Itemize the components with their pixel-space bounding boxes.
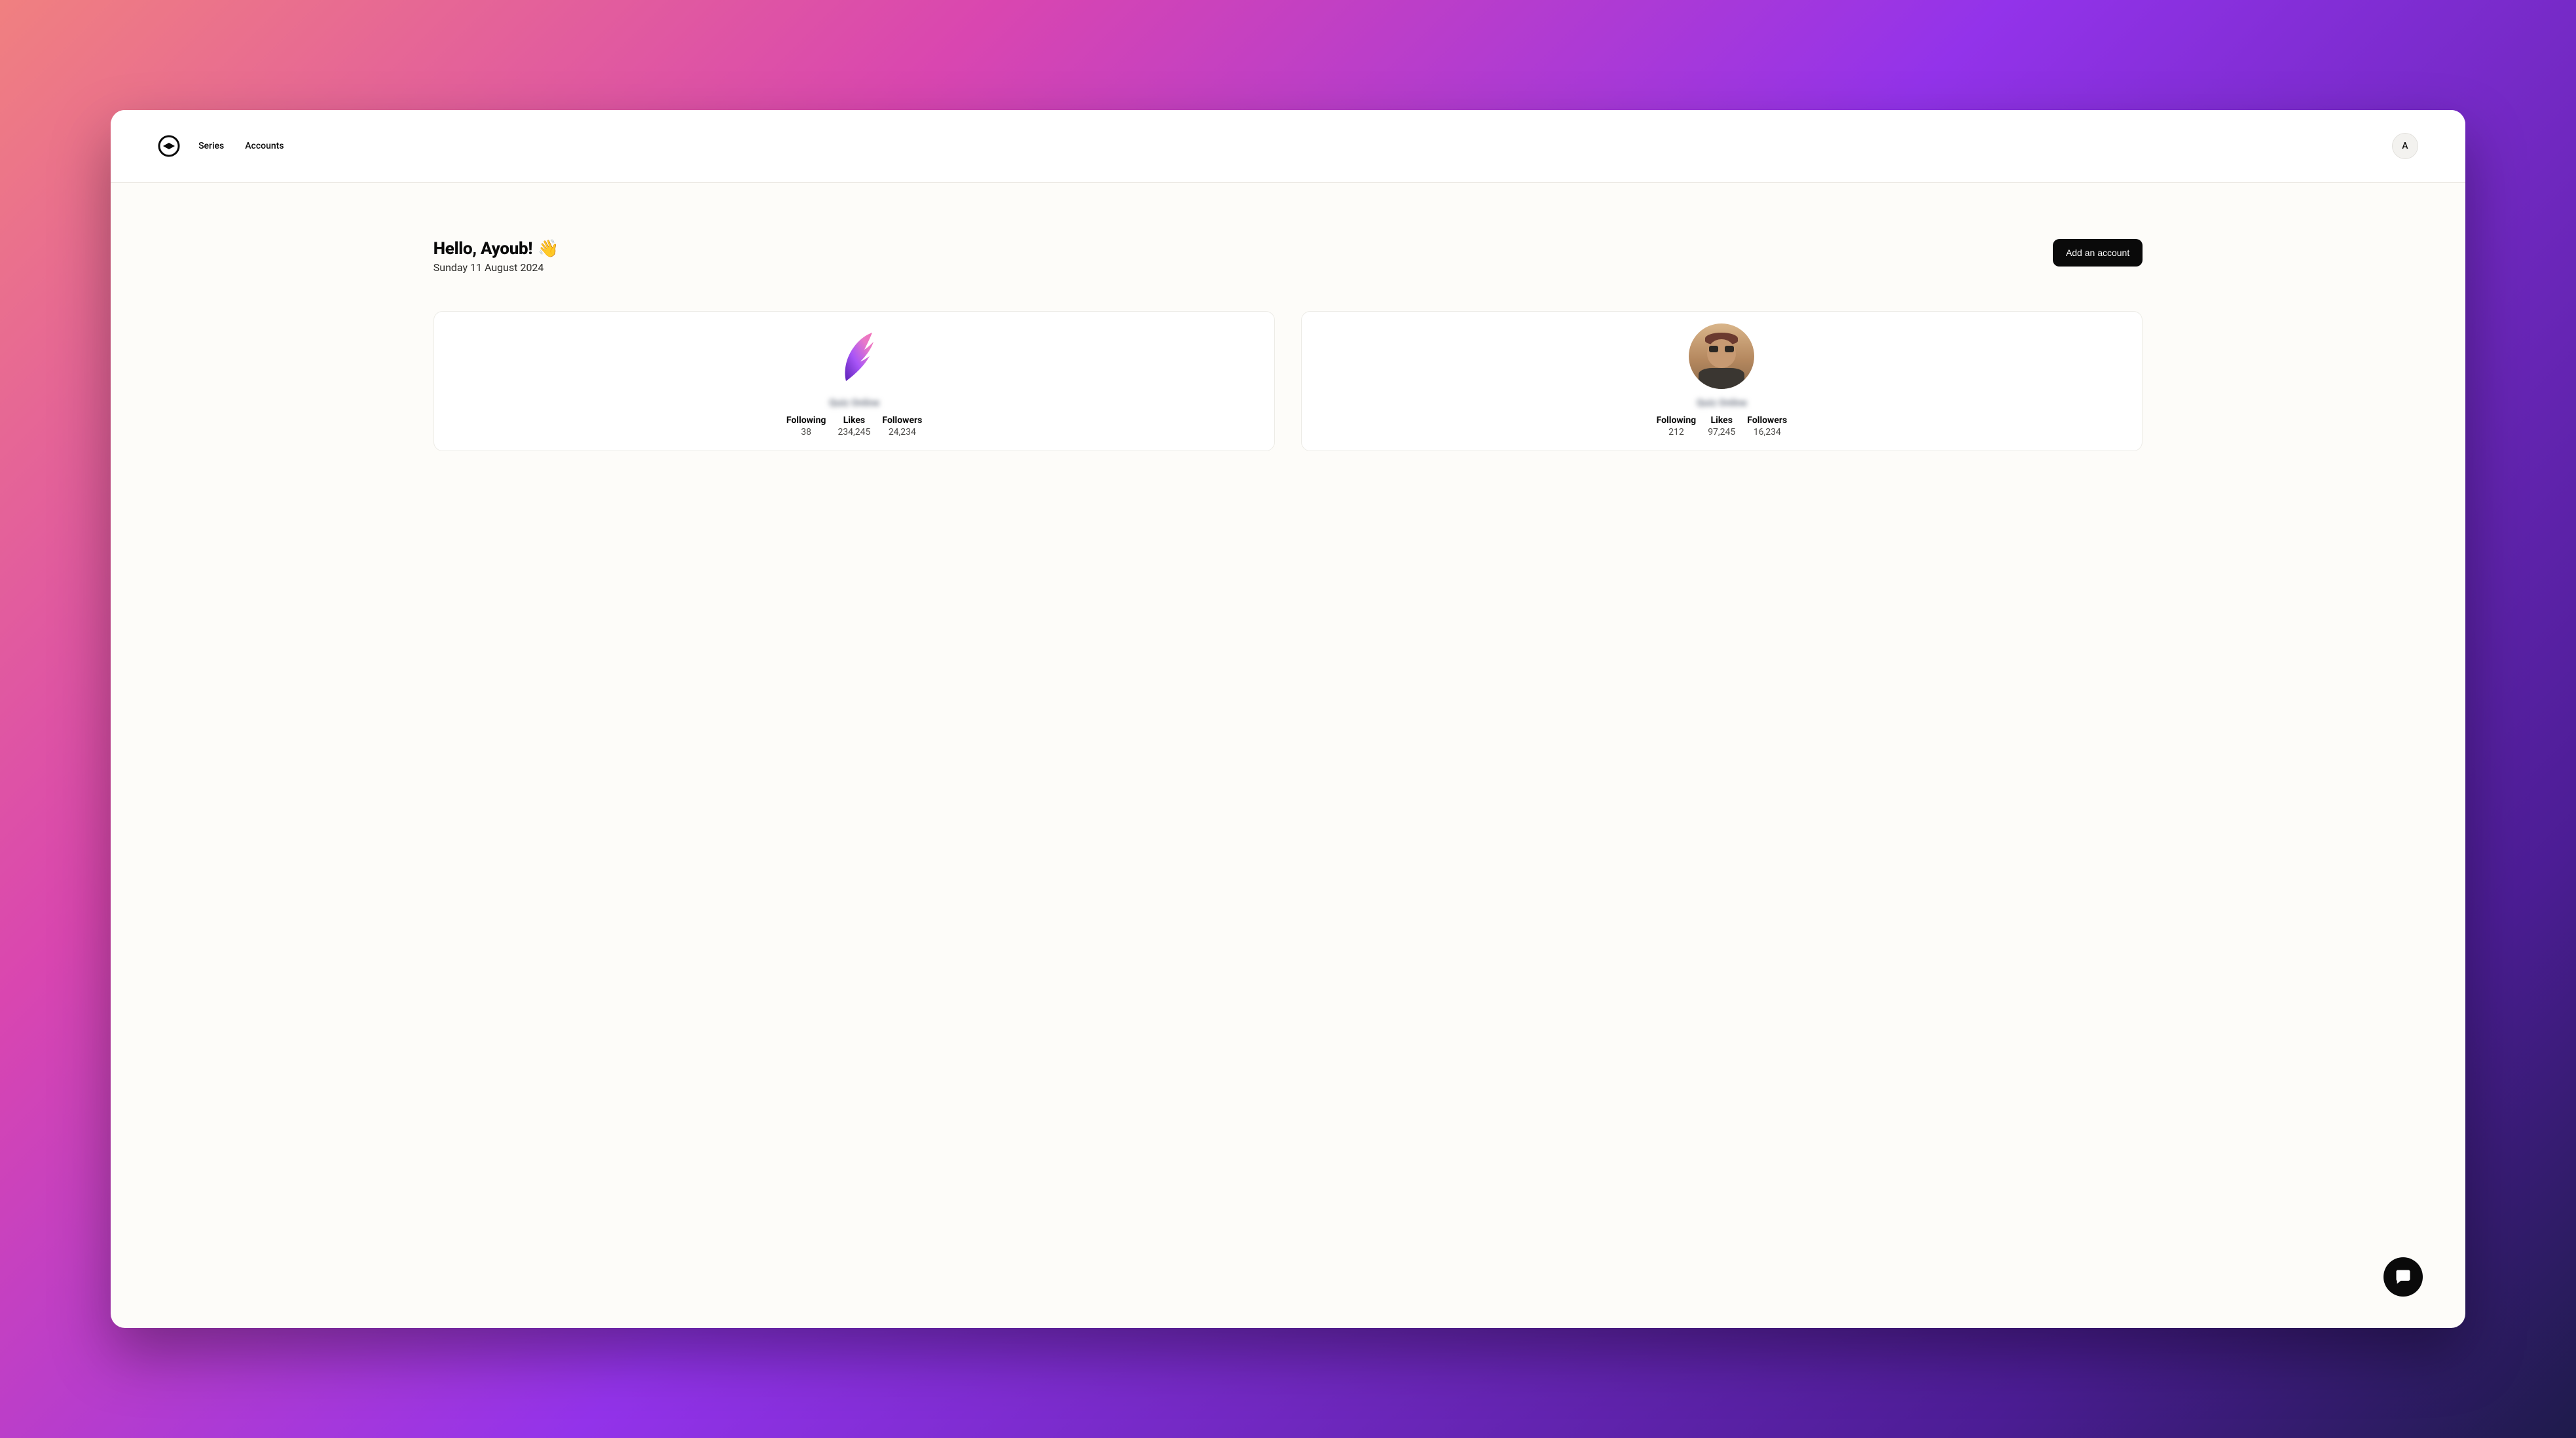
stat-followers: Followers 24,234 — [882, 415, 922, 437]
stat-value: 97,245 — [1708, 427, 1735, 437]
stat-value: 38 — [786, 427, 826, 437]
top-nav: Series Accounts A — [111, 110, 2465, 183]
chat-icon — [2394, 1268, 2412, 1286]
add-account-button[interactable]: Add an account — [2053, 239, 2143, 267]
avatar-initial: A — [2402, 141, 2408, 151]
app-window: Series Accounts A Hello, Ayoub! 👋 Sunday… — [111, 110, 2465, 1328]
stat-label: Followers — [882, 415, 922, 426]
account-card[interactable]: Quiz Online Following 38 Likes 234,245 F… — [433, 311, 1276, 451]
stat-likes: Likes 234,245 — [837, 415, 870, 437]
avatar-illustration — [1709, 346, 1734, 352]
stat-followers: Followers 16,234 — [1747, 415, 1787, 437]
stat-likes: Likes 97,245 — [1708, 415, 1735, 437]
stat-following: Following 212 — [1657, 415, 1697, 437]
stat-value: 24,234 — [882, 427, 922, 437]
main-content: Hello, Ayoub! 👋 Sunday 11 August 2024 Ad… — [111, 183, 2465, 1328]
stat-label: Likes — [837, 415, 870, 426]
stat-label: Following — [1657, 415, 1697, 426]
stats-row: Following 212 Likes 97,245 Followers 16,… — [1657, 415, 1788, 437]
greeting: Hello, Ayoub! 👋 Sunday 11 August 2024 — [433, 239, 559, 274]
greeting-row: Hello, Ayoub! 👋 Sunday 11 August 2024 Ad… — [433, 239, 2143, 274]
stat-following: Following 38 — [786, 415, 826, 437]
user-avatar-button[interactable]: A — [2392, 133, 2418, 159]
stat-label: Following — [786, 415, 826, 426]
chat-button[interactable] — [2383, 1257, 2423, 1297]
avatar-illustration — [1699, 368, 1744, 389]
nav-left: Series Accounts — [158, 135, 287, 157]
feather-icon — [832, 330, 877, 382]
nav-accounts[interactable]: Accounts — [242, 136, 286, 157]
stat-value: 234,245 — [837, 427, 870, 437]
stat-label: Likes — [1708, 415, 1735, 426]
accounts-grid: Quiz Online Following 38 Likes 234,245 F… — [433, 311, 2143, 451]
stat-value: 212 — [1657, 427, 1697, 437]
stat-label: Followers — [1747, 415, 1787, 426]
wave-emoji: 👋 — [538, 239, 559, 259]
stat-value: 16,234 — [1747, 427, 1787, 437]
account-avatar — [1689, 323, 1754, 389]
avatar-illustration — [1707, 339, 1736, 368]
greeting-text: Hello, Ayoub! — [433, 239, 532, 259]
nav-series[interactable]: Series — [196, 136, 227, 157]
greeting-date: Sunday 11 August 2024 — [433, 261, 559, 274]
account-avatar — [822, 323, 887, 389]
app-logo[interactable] — [158, 135, 180, 157]
stats-row: Following 38 Likes 234,245 Followers 24,… — [786, 415, 922, 437]
page-title: Hello, Ayoub! 👋 — [433, 239, 559, 259]
account-name: Quiz Online — [1697, 397, 1747, 409]
account-card[interactable]: Quiz Online Following 212 Likes 97,245 F… — [1301, 311, 2143, 451]
logo-icon — [158, 135, 180, 157]
account-name: Quiz Online — [829, 397, 879, 409]
